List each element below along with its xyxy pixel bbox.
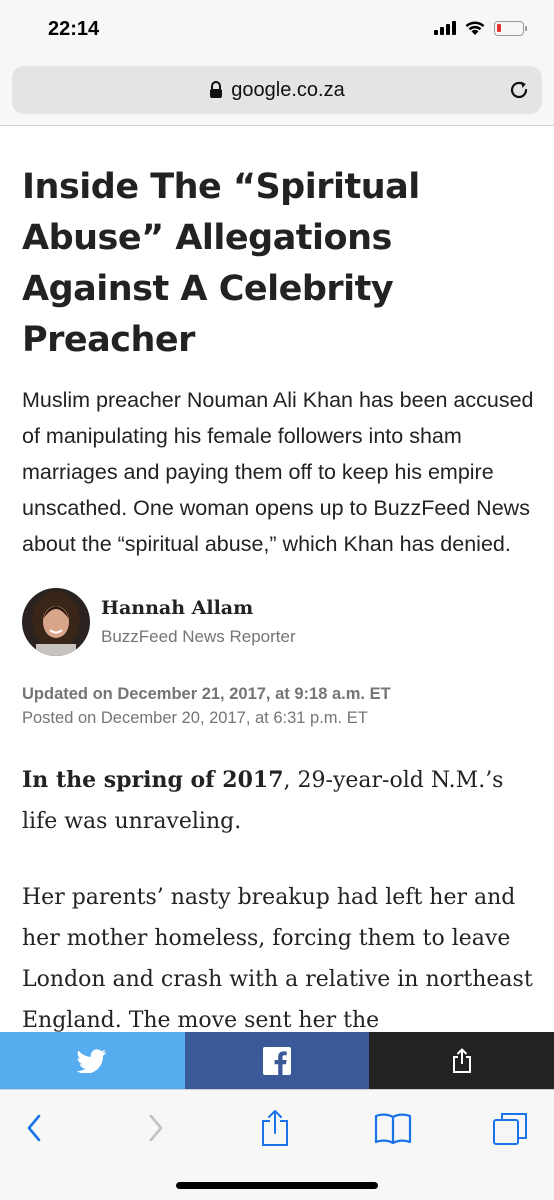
address-bar[interactable]: google.co.za xyxy=(12,66,542,114)
twitter-icon xyxy=(77,1048,107,1073)
article-headline: Inside The “Spiritual Abuse” Allegations… xyxy=(22,167,420,360)
avatar[interactable] xyxy=(22,588,90,656)
facebook-icon xyxy=(263,1046,291,1075)
signal-icon xyxy=(434,21,456,35)
paragraph: Her parents’ nasty breakup had left her … xyxy=(22,885,533,1033)
status-time: 22:14 xyxy=(48,18,100,40)
wifi-icon xyxy=(465,21,485,35)
forward-icon xyxy=(149,1114,163,1142)
forward-button[interactable] xyxy=(134,1108,178,1148)
updated-timestamp: Updated on December 21, 2017, at 9:18 a.… xyxy=(22,685,391,703)
article-body: In the spring of 2017, 29-year-old N.M.’… xyxy=(22,760,534,1041)
reload-icon[interactable] xyxy=(508,79,530,101)
battery-low-icon xyxy=(494,20,527,36)
twitter-share-button[interactable] xyxy=(0,1032,185,1089)
browser-chrome: google.co.za xyxy=(0,62,554,126)
tabs-icon xyxy=(493,1113,527,1145)
lock-icon xyxy=(210,81,223,98)
author-role: BuzzFeed News Reporter xyxy=(101,627,296,646)
back-button[interactable] xyxy=(12,1108,56,1148)
author-name[interactable]: Hannah Allam xyxy=(101,597,296,619)
article-dek: Muslim preacher Nouman Ali Khan has been… xyxy=(22,388,534,556)
facebook-share-button[interactable] xyxy=(184,1032,370,1089)
share-button[interactable] xyxy=(253,1108,297,1148)
share-icon xyxy=(262,1110,288,1146)
paragraph-lead: In the spring of 2017 xyxy=(22,767,284,793)
status-icons xyxy=(434,20,527,36)
bookmarks-button[interactable] xyxy=(371,1108,415,1148)
paragraph: In the spring of 2017, 29-year-old N.M.’… xyxy=(22,760,534,842)
home-indicator[interactable] xyxy=(176,1182,378,1189)
posted-timestamp: Posted on December 20, 2017, at 6:31 p.m… xyxy=(22,709,368,727)
timestamps: Updated on December 21, 2017, at 9:18 a.… xyxy=(22,682,534,730)
share-icon xyxy=(452,1047,471,1073)
url-text: google.co.za xyxy=(231,78,345,101)
back-icon xyxy=(27,1114,41,1142)
share-bar xyxy=(0,1032,554,1089)
bookmarks-icon xyxy=(374,1113,412,1144)
byline[interactable]: Hannah Allam BuzzFeed News Reporter xyxy=(22,588,534,656)
more-share-button[interactable] xyxy=(369,1032,554,1089)
tabs-button[interactable] xyxy=(488,1108,532,1148)
status-bar: 22:14 xyxy=(0,0,554,62)
article: Inside The “Spiritual Abuse” Allegations… xyxy=(22,126,534,1076)
